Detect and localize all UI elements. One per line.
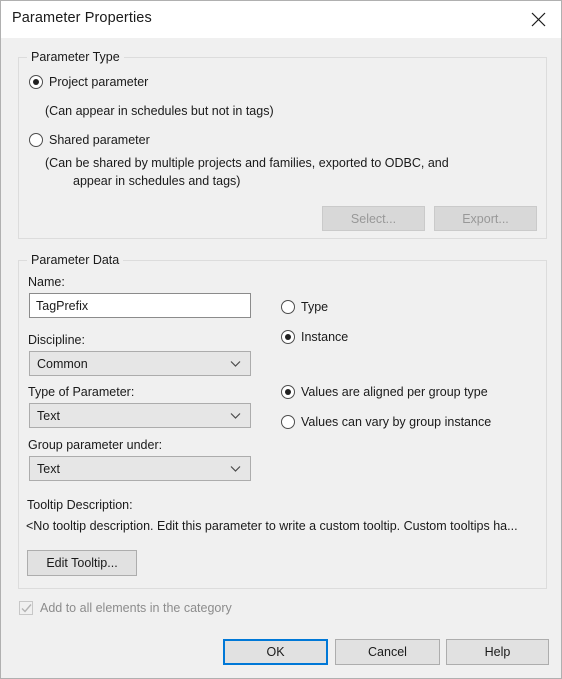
name-label: Name: [28,275,65,289]
radio-project-parameter-label: Project parameter [49,75,149,89]
type-of-parameter-label: Type of Parameter: [28,385,135,399]
radio-shared-parameter-mark [29,133,43,147]
ok-button[interactable]: OK [223,639,328,665]
group-parameter-under-label: Group parameter under: [28,438,163,452]
radio-project-parameter[interactable]: Project parameter [29,75,148,89]
select-button[interactable]: Select... [322,206,425,231]
radio-shared-parameter[interactable]: Shared parameter [29,133,150,147]
radio-instance-mark [281,330,295,344]
radio-values-vary-by-group-instance[interactable]: Values can vary by group instance [281,415,491,429]
export-button[interactable]: Export... [434,206,537,231]
group-parameter-under-value: Text [37,461,60,476]
radio-instance[interactable]: Instance [281,330,348,344]
dialog-titlebar: Parameter Properties [1,1,561,38]
radio-shared-parameter-label: Shared parameter [49,133,150,147]
shared-parameter-hint-line1: (Can be shared by multiple projects and … [45,156,449,170]
checkbox-mark [19,601,33,615]
tooltip-description-label: Tooltip Description: [27,498,133,512]
radio-type-mark [281,300,295,314]
parameter-type-legend: Parameter Type [27,50,124,64]
name-input[interactable] [29,293,251,318]
radio-type[interactable]: Type [281,300,328,314]
chevron-down-icon [230,412,241,419]
radio-values-vary-mark [281,415,295,429]
check-icon [21,604,32,613]
radio-project-parameter-mark [29,75,43,89]
dialog-title: Parameter Properties [12,10,152,26]
radio-values-aligned-label: Values are aligned per group type [301,385,488,399]
edit-tooltip-button[interactable]: Edit Tooltip... [27,550,137,576]
radio-values-aligned-mark [281,385,295,399]
project-parameter-hint: (Can appear in schedules but not in tags… [45,104,274,118]
add-to-all-elements-label: Add to all elements in the category [40,601,232,615]
discipline-value: Common [37,356,88,371]
type-of-parameter-select[interactable]: Text [29,403,251,428]
cancel-button[interactable]: Cancel [335,639,440,665]
discipline-label: Discipline: [28,333,85,347]
radio-instance-label: Instance [301,330,349,344]
radio-type-label: Type [301,300,329,314]
type-of-parameter-value: Text [37,408,60,423]
parameter-properties-dialog: Parameter Properties Parameter Type Proj… [0,0,562,679]
close-icon-glyph [531,12,546,27]
chevron-down-icon [230,360,241,367]
radio-values-vary-label: Values can vary by group instance [301,415,492,429]
shared-parameter-hint-line2: appear in schedules and tags) [73,174,241,188]
add-to-all-elements-checkbox[interactable]: Add to all elements in the category [19,601,232,615]
group-parameter-under-select[interactable]: Text [29,456,251,481]
discipline-select[interactable]: Common [29,351,251,376]
tooltip-description-value: <No tooltip description. Edit this param… [26,519,518,533]
radio-values-aligned-per-group-type[interactable]: Values are aligned per group type [281,385,488,399]
parameter-data-legend: Parameter Data [27,253,124,267]
chevron-down-icon [230,465,241,472]
close-icon[interactable] [516,1,561,36]
help-button[interactable]: Help [446,639,549,665]
